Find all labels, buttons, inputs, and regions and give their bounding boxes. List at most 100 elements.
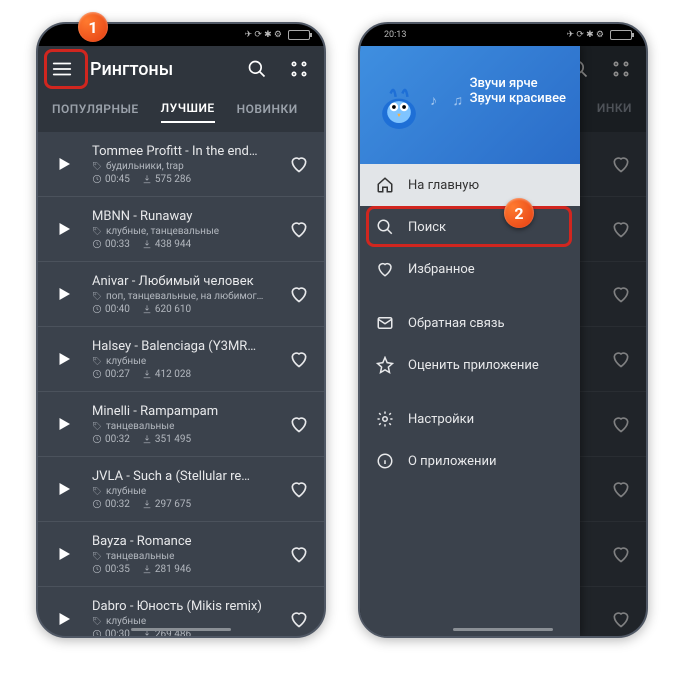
app-header: Рингтоны: [38, 46, 324, 92]
song-stats: 00:40 620 610: [92, 304, 276, 315]
drawer-header: ♪ ♫ ♪ Звучи ярче Звучи красивее: [360, 46, 580, 164]
tag-icon: [92, 291, 102, 301]
download-icon: [142, 369, 152, 379]
heart-icon: [289, 349, 309, 369]
drawer-item-gear[interactable]: Настройки: [360, 398, 580, 440]
favorite-button[interactable]: [284, 479, 314, 499]
favorite-button[interactable]: [284, 219, 314, 239]
play-button[interactable]: [44, 465, 84, 513]
heart-icon: [289, 609, 309, 629]
downloads: 412 028: [142, 369, 191, 380]
play-button[interactable]: [44, 530, 84, 578]
clock-icon: [92, 304, 102, 314]
song-meta: Minelli - Rampampam танцевальные 00:32 3…: [92, 404, 276, 445]
favorite-button[interactable]: [284, 349, 314, 369]
play-icon: [55, 220, 73, 238]
drawer-item-home[interactable]: На главную: [360, 164, 580, 206]
tab-best[interactable]: ЛУЧШИЕ: [161, 101, 215, 123]
star-icon: [376, 356, 394, 374]
clock-icon: [92, 369, 102, 379]
song-title: JVLA - Such a (Stellular re…: [92, 469, 276, 484]
search-icon: [247, 59, 267, 79]
song-title: Bayza - Romance: [92, 534, 276, 549]
song-title: Minelli - Rampampam: [92, 404, 276, 419]
drawer-item-heart[interactable]: Избранное: [360, 248, 580, 290]
heart-icon: [289, 479, 309, 499]
tag-icon: [92, 616, 102, 626]
play-icon: [55, 155, 73, 173]
play-button[interactable]: [44, 205, 84, 253]
drawer-item-info[interactable]: О приложении: [360, 440, 580, 482]
heart-icon: [289, 544, 309, 564]
status-time: 20:13: [384, 30, 406, 40]
search-button[interactable]: [240, 52, 274, 86]
downloads: 351 495: [142, 434, 191, 445]
download-icon: [142, 174, 152, 184]
play-icon: [55, 350, 73, 368]
drawer-items: На главную Поиск Избранное Обратная связ…: [360, 164, 580, 482]
heart-icon: [289, 284, 309, 304]
song-stats: 00:35 281 946: [92, 564, 276, 575]
song-tags: клубные: [92, 486, 276, 497]
battery-icon: [610, 30, 632, 40]
play-button[interactable]: [44, 595, 84, 636]
drawer-slogan: Звучи ярче Звучи красивее: [470, 76, 566, 106]
grid-button[interactable]: [282, 52, 316, 86]
duration: 00:35: [92, 564, 130, 575]
downloads: 281 946: [142, 564, 191, 575]
drawer-item-mail[interactable]: Обратная связь: [360, 302, 580, 344]
drawer-item-star[interactable]: Оценить приложение: [360, 344, 580, 386]
tab-popular[interactable]: ПОПУЛЯРНЫЕ: [52, 102, 139, 122]
clock-icon: [92, 239, 102, 249]
play-icon: [55, 415, 73, 433]
song-stats: 00:32 297 675: [92, 499, 276, 510]
favorite-button[interactable]: [284, 609, 314, 629]
downloads: 438 944: [142, 239, 191, 250]
duration: 00:32: [92, 434, 130, 445]
heart-icon: [289, 154, 309, 174]
tab-new[interactable]: НОВИНКИ: [237, 102, 298, 122]
song-row[interactable]: Tommee Profitt - In the end… будильники,…: [38, 132, 324, 197]
song-row[interactable]: Minelli - Rampampam танцевальные 00:32 3…: [38, 392, 324, 457]
favorite-button[interactable]: [284, 284, 314, 304]
song-row[interactable]: Anivar - Любимый человек поп, танцевальн…: [38, 262, 324, 327]
song-meta: Bayza - Romance танцевальные 00:35 281 9…: [92, 534, 276, 575]
song-row[interactable]: MBNN - Runaway клубные, танцевальные 00:…: [38, 197, 324, 262]
play-button[interactable]: [44, 400, 84, 448]
song-row[interactable]: Halsey - Balenciaga (Y3MR… клубные 00:27…: [38, 327, 324, 392]
phone-screenshot-main: ✈ ⟳ ✱ ⚙ Рингтоны ПОПУЛЯРНЫЕ ЛУЧШИЕ НОВИН…: [36, 22, 326, 638]
song-meta: Tommee Profitt - In the end… будильники,…: [92, 144, 276, 185]
song-row[interactable]: JVLA - Such a (Stellular re… клубные 00:…: [38, 457, 324, 522]
tag-icon: [92, 551, 102, 561]
drawer-item-label: Избранное: [408, 262, 475, 277]
play-button[interactable]: [44, 270, 84, 318]
tab-bar: ПОПУЛЯРНЫЕ ЛУЧШИЕ НОВИНКИ: [38, 92, 324, 132]
song-stats: 00:27 412 028: [92, 369, 276, 380]
battery-icon: [288, 30, 310, 40]
highlight-box-2: [366, 206, 572, 247]
favorite-button[interactable]: [284, 154, 314, 174]
song-row[interactable]: Bayza - Romance танцевальные 00:35 281 9…: [38, 522, 324, 587]
download-icon: [142, 239, 152, 249]
song-stats: 00:45 575 286: [92, 174, 276, 185]
favorite-button[interactable]: [284, 414, 314, 434]
tag-icon: [92, 356, 102, 366]
downloads: 575 286: [142, 174, 191, 185]
info-icon: [376, 452, 394, 470]
play-icon: [55, 545, 73, 563]
heart-icon: [289, 414, 309, 434]
play-button[interactable]: [44, 335, 84, 383]
song-title: Anivar - Любимый человек: [92, 274, 276, 289]
downloads: 620 610: [142, 304, 191, 315]
song-title: Tommee Profitt - In the end…: [92, 144, 276, 159]
song-stats: 00:32 351 495: [92, 434, 276, 445]
clock-icon: [92, 564, 102, 574]
song-tags: клубные: [92, 356, 276, 367]
drawer-item-search[interactable]: Поиск: [360, 206, 580, 248]
clock-icon: [92, 629, 102, 636]
status-bar: 20:13 ✈ ⟳ ✱ ⚙: [360, 24, 646, 46]
duration: 00:30: [92, 629, 130, 637]
play-button[interactable]: [44, 140, 84, 188]
favorite-button[interactable]: [284, 544, 314, 564]
song-list[interactable]: Tommee Profitt - In the end… будильники,…: [38, 132, 324, 636]
